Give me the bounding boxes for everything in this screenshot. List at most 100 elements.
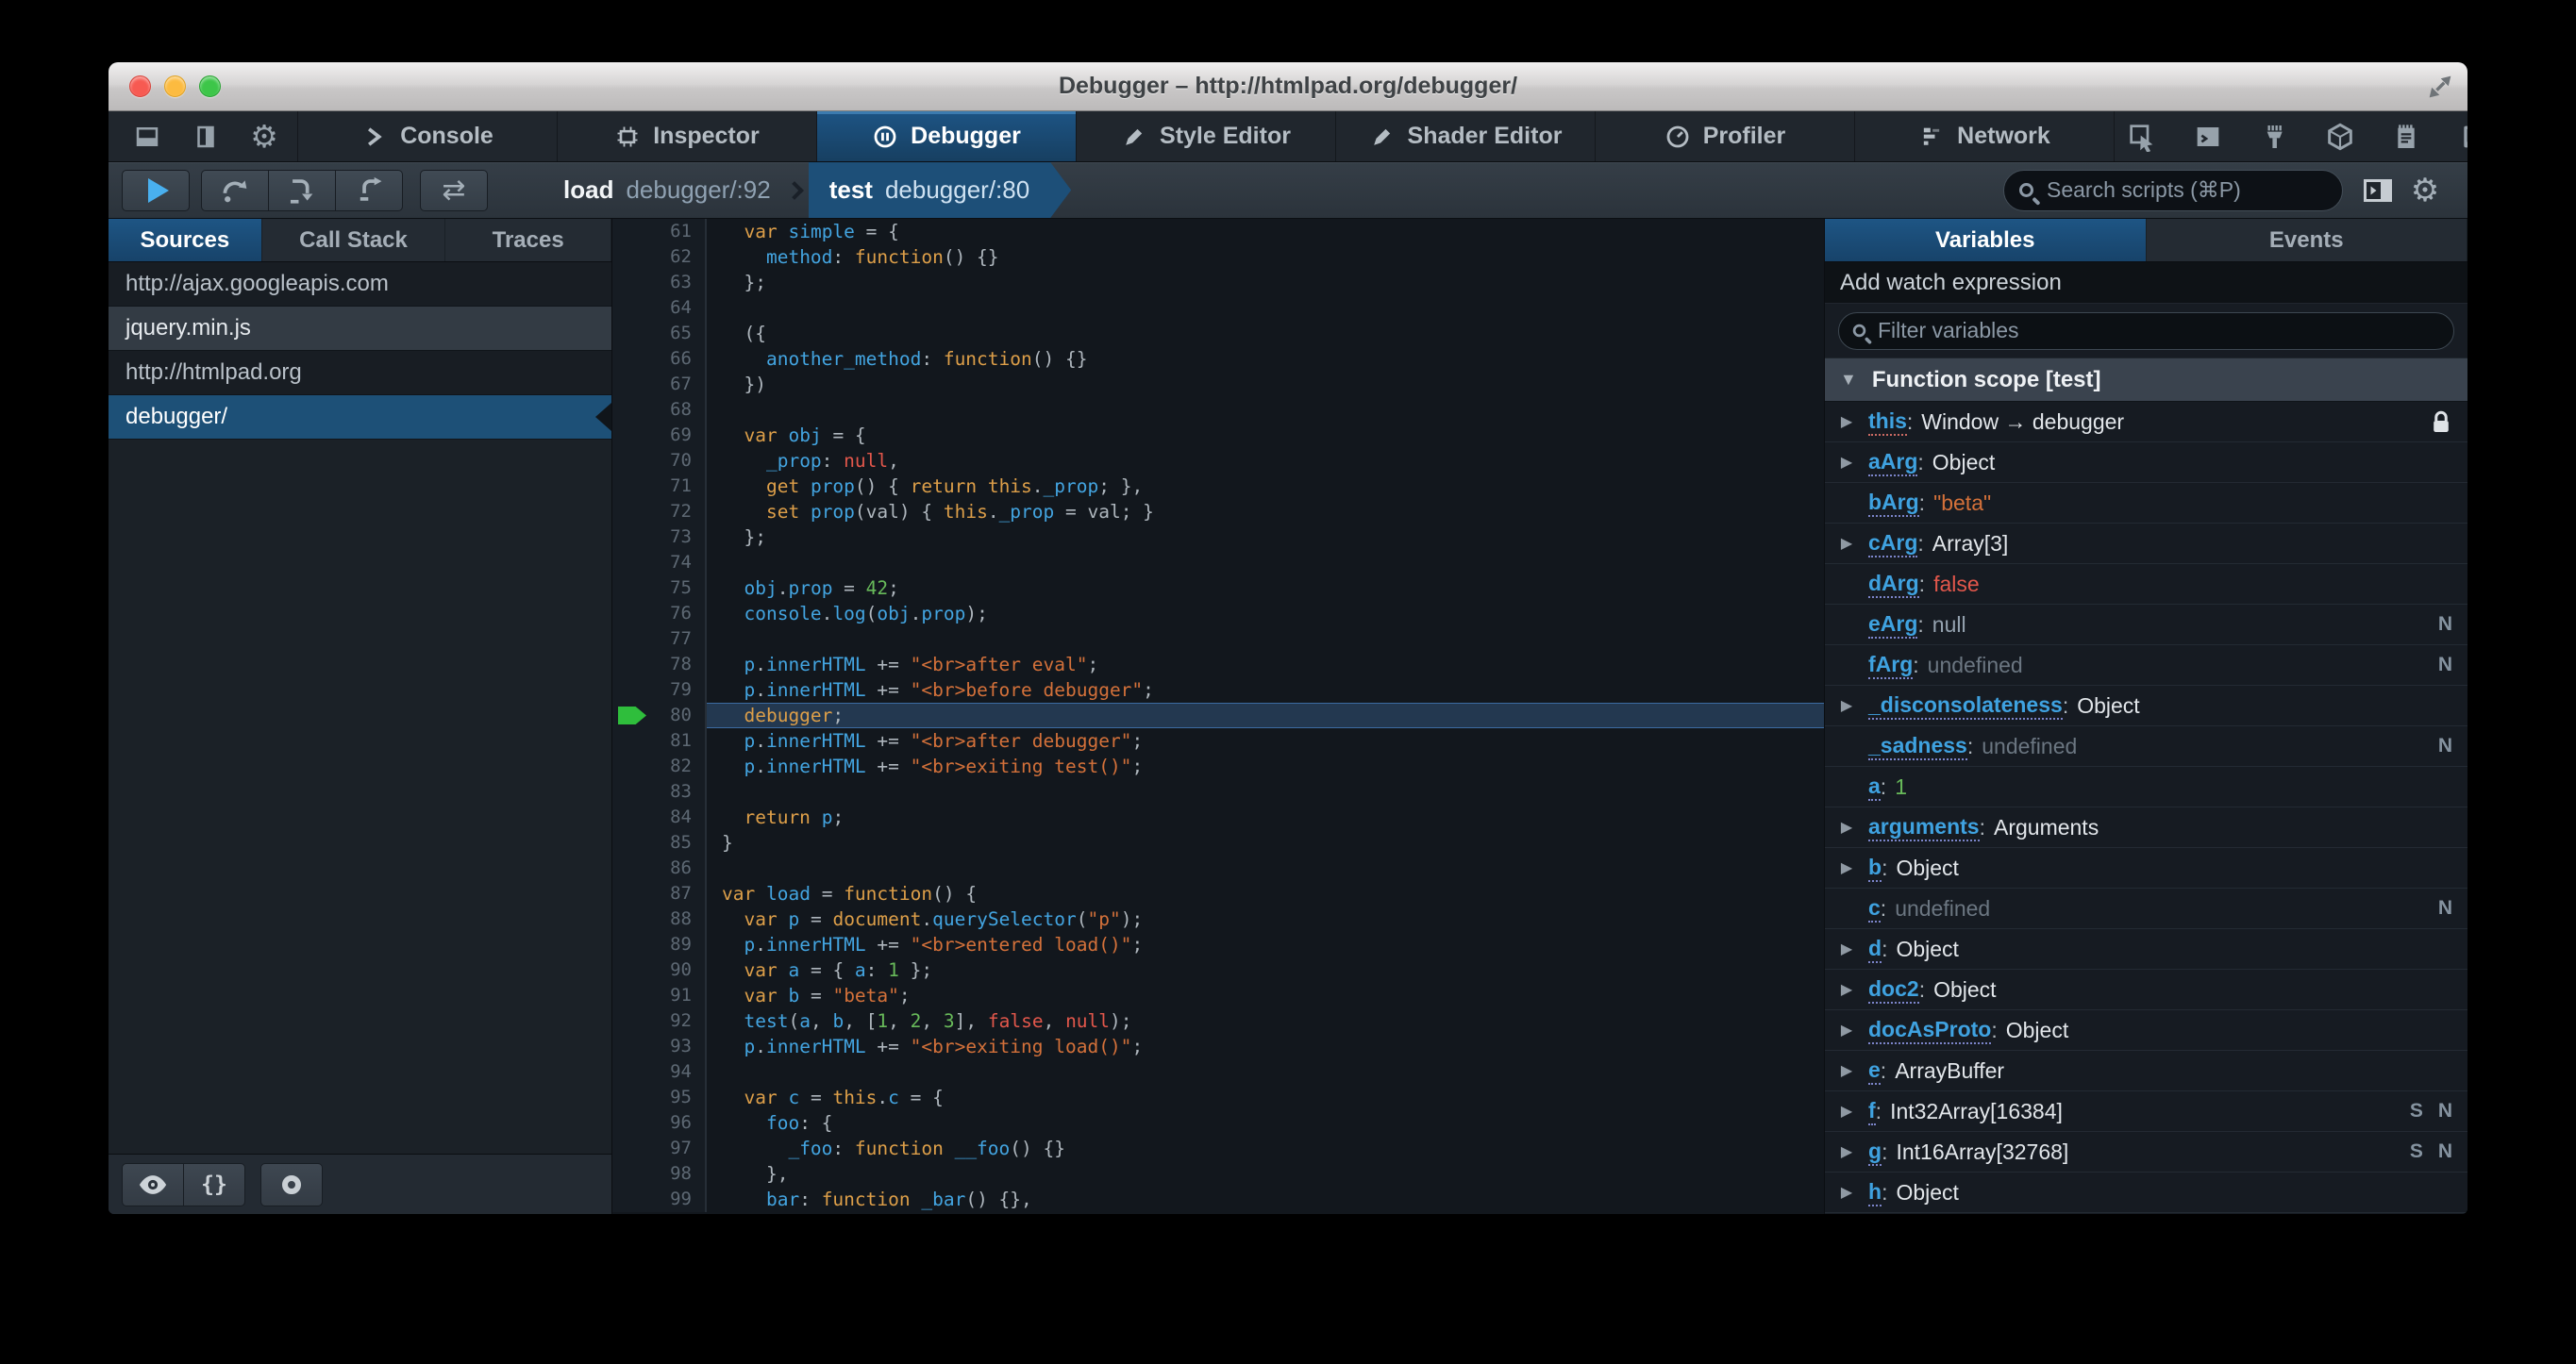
expand-arrow-icon[interactable]: ▶: [1825, 940, 1868, 958]
split-console-button[interactable]: [2181, 116, 2235, 158]
pick-element-button[interactable]: [2115, 116, 2169, 158]
expand-arrow-icon[interactable]: ▶: [1825, 858, 1868, 877]
tab-profiler[interactable]: Profiler: [1596, 111, 1855, 161]
line-number-gutter[interactable]: 77: [612, 626, 707, 652]
line-number-gutter[interactable]: 84: [612, 805, 707, 830]
source-group-row[interactable]: http://ajax.googleapis.com: [109, 262, 611, 307]
filter-variables-input[interactable]: [1876, 317, 2440, 344]
line-number-gutter[interactable]: 83: [612, 779, 707, 805]
variable-row[interactable]: ▶ this: Window → debugger: [1825, 402, 2467, 442]
line-number-gutter[interactable]: 72: [612, 499, 707, 524]
line-number-gutter[interactable]: 93: [612, 1034, 707, 1059]
line-number-gutter[interactable]: 99: [612, 1187, 707, 1212]
step-over-button[interactable]: [201, 169, 269, 211]
variables-tab-events[interactable]: Events: [2147, 219, 2467, 261]
tab-style-editor[interactable]: Style Editor: [1077, 111, 1336, 161]
gear-button[interactable]: ⚙: [237, 116, 292, 158]
resume-button[interactable]: [122, 169, 190, 211]
line-number-gutter[interactable]: 92: [612, 1008, 707, 1034]
close-window-button[interactable]: [129, 75, 151, 97]
variable-row[interactable]: ▶ _disconsolateness: Object: [1825, 686, 2467, 726]
expand-arrow-icon[interactable]: ▶: [1825, 818, 1868, 837]
source-editor[interactable]: 61 var simple = {62 method: function() {…: [612, 219, 1824, 1214]
sources-tab-traces[interactable]: Traces: [445, 219, 611, 261]
line-number-gutter[interactable]: 71: [612, 474, 707, 499]
responsive-mode-button[interactable]: [2445, 116, 2467, 158]
tilt-3d-button[interactable]: [2313, 116, 2367, 158]
pretty-print-button[interactable]: {}: [183, 1162, 245, 1206]
expand-arrow-icon[interactable]: ▶: [1825, 453, 1868, 472]
variable-row[interactable]: _sadness: undefined N: [1825, 726, 2467, 767]
panel-toggle-button[interactable]: [2354, 170, 2401, 211]
variable-row[interactable]: fArg: undefined N: [1825, 645, 2467, 686]
expand-arrow-icon[interactable]: ▶: [1825, 696, 1868, 715]
tab-shader-editor[interactable]: Shader Editor: [1336, 111, 1596, 161]
expand-arrow-icon[interactable]: ▶: [1825, 1061, 1868, 1080]
line-number-gutter[interactable]: 65: [612, 321, 707, 346]
stack-frame-test[interactable]: test debugger/:80: [809, 162, 1072, 218]
debugger-options-button[interactable]: ⚙: [2401, 170, 2449, 211]
line-number-gutter[interactable]: 69: [612, 423, 707, 448]
stack-frame-load[interactable]: load debugger/:92: [548, 162, 786, 218]
line-number-gutter[interactable]: 70: [612, 448, 707, 474]
line-number-gutter[interactable]: 81: [612, 728, 707, 754]
line-number-gutter[interactable]: 87: [612, 881, 707, 907]
line-number-gutter[interactable]: 66: [612, 346, 707, 372]
line-number-gutter[interactable]: 95: [612, 1085, 707, 1110]
line-number-gutter[interactable]: 74: [612, 550, 707, 575]
variable-row[interactable]: c: undefined N: [1825, 889, 2467, 929]
expand-arrow-icon[interactable]: ▶: [1825, 1142, 1868, 1161]
variable-row[interactable]: ▶ e: ArrayBuffer: [1825, 1051, 2467, 1091]
pause-on-exceptions-button[interactable]: ⇄: [420, 169, 488, 211]
zoom-window-button[interactable]: [199, 75, 221, 97]
variable-row[interactable]: ▶ docAsProto: Object: [1825, 1010, 2467, 1051]
line-number-gutter[interactable]: 76: [612, 601, 707, 626]
line-number-gutter[interactable]: 68: [612, 397, 707, 423]
expand-arrow-icon[interactable]: ▶: [1825, 412, 1868, 431]
line-number-gutter[interactable]: 85: [612, 830, 707, 856]
line-number-gutter[interactable]: 98: [612, 1161, 707, 1187]
variable-row[interactable]: bArg: "beta": [1825, 483, 2467, 524]
tab-debugger[interactable]: Debugger: [817, 111, 1077, 161]
expand-arrow-icon[interactable]: ▶: [1825, 1102, 1868, 1121]
line-number-gutter[interactable]: 90: [612, 957, 707, 983]
dock-side-button[interactable]: [178, 116, 233, 158]
scope-header[interactable]: ▼ Function scope [test]: [1825, 358, 2467, 402]
variable-row[interactable]: a: 1: [1825, 767, 2467, 807]
toggle-tracing-button[interactable]: [260, 1162, 323, 1206]
scratchpad-button[interactable]: [2379, 116, 2434, 158]
minimize-window-button[interactable]: [164, 75, 186, 97]
variable-row[interactable]: ▶ g: Int16Array[32768] S N: [1825, 1132, 2467, 1173]
line-number-gutter[interactable]: 96: [612, 1110, 707, 1136]
expand-arrow-icon[interactable]: ▶: [1825, 534, 1868, 553]
window-resize-icon[interactable]: [2424, 71, 2456, 108]
source-group-row[interactable]: http://htmlpad.org: [109, 351, 611, 395]
line-number-gutter[interactable]: 86: [612, 856, 707, 881]
line-number-gutter[interactable]: 94: [612, 1059, 707, 1085]
step-out-button[interactable]: [335, 169, 403, 211]
line-number-gutter[interactable]: 61: [612, 219, 707, 244]
line-number-gutter[interactable]: 97: [612, 1136, 707, 1161]
blackbox-source-button[interactable]: [122, 1162, 184, 1206]
tab-network[interactable]: Network: [1855, 111, 2115, 161]
variable-row[interactable]: ▶ f: Int32Array[16384] S N: [1825, 1091, 2467, 1132]
variable-row[interactable]: ▶ doc2: Object: [1825, 970, 2467, 1010]
script-search-box[interactable]: [2003, 169, 2343, 211]
add-watch-expression[interactable]: Add watch expression: [1825, 262, 2467, 304]
clean-button[interactable]: [2247, 116, 2301, 158]
variable-row[interactable]: dArg: false: [1825, 564, 2467, 605]
step-in-button[interactable]: [268, 169, 336, 211]
variable-row[interactable]: eArg: null N: [1825, 605, 2467, 645]
tab-inspector[interactable]: Inspector: [558, 111, 817, 161]
line-number-gutter[interactable]: 79: [612, 677, 707, 703]
variables-tab-variables[interactable]: Variables: [1825, 219, 2147, 261]
sources-tab-sources[interactable]: Sources: [109, 219, 262, 261]
line-number-gutter[interactable]: 63: [612, 270, 707, 295]
tab-console[interactable]: Console: [298, 111, 558, 161]
filter-variables-box[interactable]: [1838, 311, 2454, 350]
source-file-row[interactable]: jquery.min.js: [109, 307, 611, 351]
variable-row[interactable]: ▶ aArg: Object: [1825, 442, 2467, 483]
variable-row[interactable]: ▶ d: Object: [1825, 929, 2467, 970]
source-file-row[interactable]: debugger/: [109, 395, 611, 440]
variable-row[interactable]: ▶ cArg: Array[3]: [1825, 524, 2467, 564]
